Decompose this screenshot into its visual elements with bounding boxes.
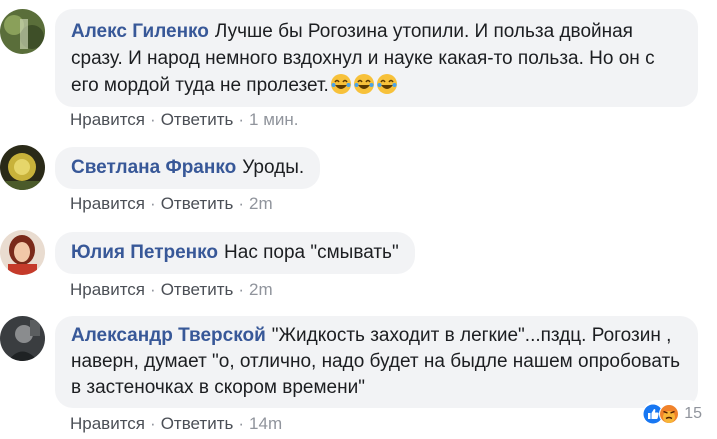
comment-actions: Нравится · Ответить · 2m: [70, 194, 273, 214]
separator: ·: [238, 110, 245, 129]
comment-actions: Нравится · Ответить · 14m: [70, 414, 282, 434]
comment-actions: Нравится · Ответить · 1 мин.: [70, 110, 299, 130]
separator: ·: [150, 110, 156, 129]
reply-link[interactable]: Ответить: [161, 194, 234, 213]
timestamp[interactable]: 2m: [249, 280, 273, 299]
avatar[interactable]: [0, 145, 45, 190]
comment-bubble: Юлия Петренко Нас пора "смывать": [55, 232, 415, 274]
like-link[interactable]: Нравится: [70, 110, 145, 129]
laughing-emoji-icon: [376, 73, 398, 95]
separator: ·: [150, 280, 156, 299]
timestamp[interactable]: 2m: [249, 194, 273, 213]
angry-icon: [659, 404, 680, 424]
reply-link[interactable]: Ответить: [161, 414, 234, 433]
laughing-emoji-icon: [330, 73, 352, 95]
author-name[interactable]: Светлана Франко: [71, 157, 236, 178]
comment-actions: Нравится · Ответить · 2m: [70, 280, 273, 300]
timestamp[interactable]: 14m: [249, 414, 282, 433]
like-link[interactable]: Нравится: [70, 414, 145, 433]
separator: ·: [150, 194, 156, 213]
separator: ·: [150, 414, 156, 433]
avatar[interactable]: [0, 230, 45, 275]
reply-link[interactable]: Ответить: [161, 110, 234, 129]
avatar[interactable]: [0, 9, 45, 54]
comment-bubble: Александр Тверской "Жидкость заходит в ле…: [55, 316, 698, 408]
author-name[interactable]: Алекс Гиленко: [71, 21, 209, 42]
separator: ·: [238, 280, 245, 299]
laughing-emoji-icon: [353, 73, 375, 95]
timestamp[interactable]: 1 мин.: [249, 110, 298, 129]
comment-bubble: Алекс Гиленко Лучше бы Рогозина утопили. …: [55, 9, 698, 107]
author-name[interactable]: Александр Тверской: [71, 325, 266, 346]
author-name[interactable]: Юлия Петренко: [71, 242, 218, 263]
comment-text: Уроды.: [242, 157, 305, 178]
like-link[interactable]: Нравится: [70, 194, 145, 213]
reaction-count: 15: [684, 405, 702, 422]
reply-link[interactable]: Ответить: [161, 280, 234, 299]
reactions-summary[interactable]: 15: [643, 400, 702, 428]
separator: ·: [238, 414, 245, 433]
separator: ·: [238, 194, 245, 213]
comment-bubble: Светлана Франко Уроды.: [55, 147, 321, 189]
avatar[interactable]: [0, 316, 45, 361]
like-link[interactable]: Нравится: [70, 280, 145, 299]
comment-text: Нас пора "смывать": [224, 242, 399, 263]
